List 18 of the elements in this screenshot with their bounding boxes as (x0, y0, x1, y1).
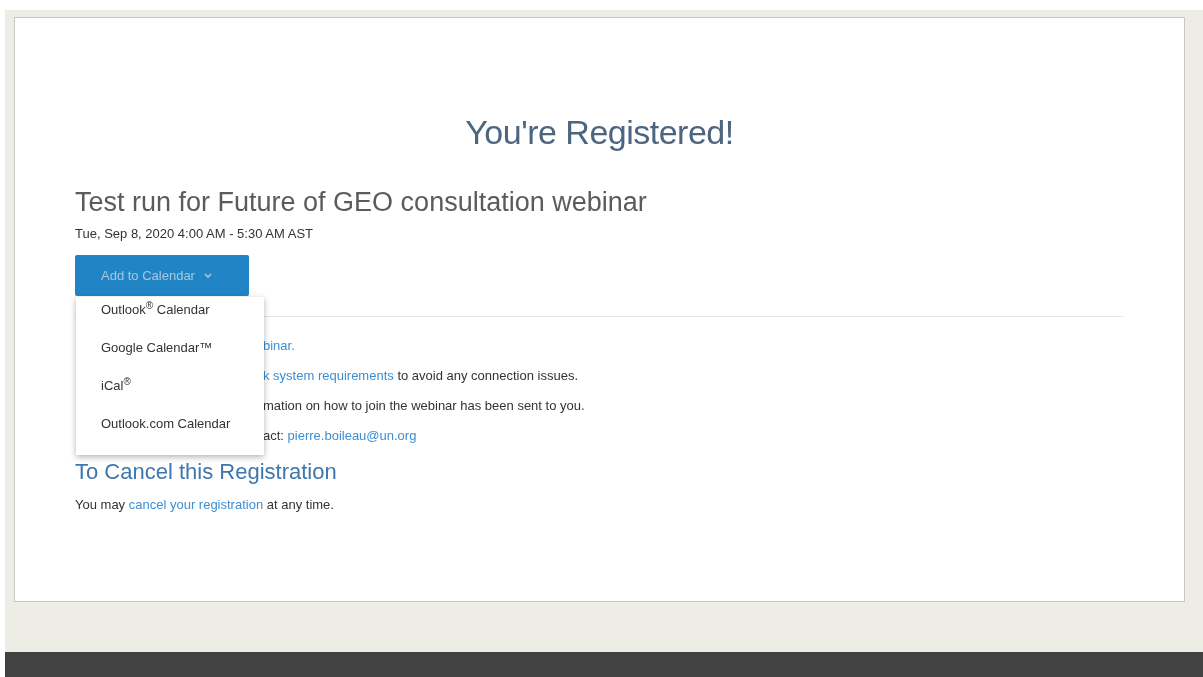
menu-item[interactable]: Outlook.com Calendar (76, 413, 264, 451)
link[interactable]: k system requirements (263, 368, 394, 383)
page-title: You're Registered! (464, 113, 735, 152)
section-heading: To Cancel this Registration (75, 459, 338, 485)
caret-icon (203, 272, 212, 279)
link[interactable]: cancel your registration (128, 497, 264, 512)
menu-item[interactable]: Google Calendar™ (76, 337, 264, 375)
info-text: k system requirements to avoid any connection issues. (263, 367, 580, 385)
add-to-calendar-button[interactable]: Add to Calendar (75, 255, 249, 296)
info-text: act: pierre.boileau@un.org (263, 427, 418, 445)
link[interactable]: pierre.boileau@un.org (287, 428, 417, 443)
event-datetime: Tue, Sep 8, 2020 4:00 AM - 5:30 AM AST (75, 226, 314, 241)
link[interactable]: binar. (263, 338, 295, 353)
info-text: mation on how to join the webinar has been sent to you. (263, 397, 586, 415)
menu-item[interactable]: iCal$^{®}$ (76, 375, 264, 413)
menu-item[interactable]: Outlook$^{®}$ Calendar (76, 299, 264, 337)
event-title: Test run for Future of GEO consultation webinar (75, 187, 648, 218)
cancel-text: You may cancel your registration at any time. (75, 497, 335, 512)
